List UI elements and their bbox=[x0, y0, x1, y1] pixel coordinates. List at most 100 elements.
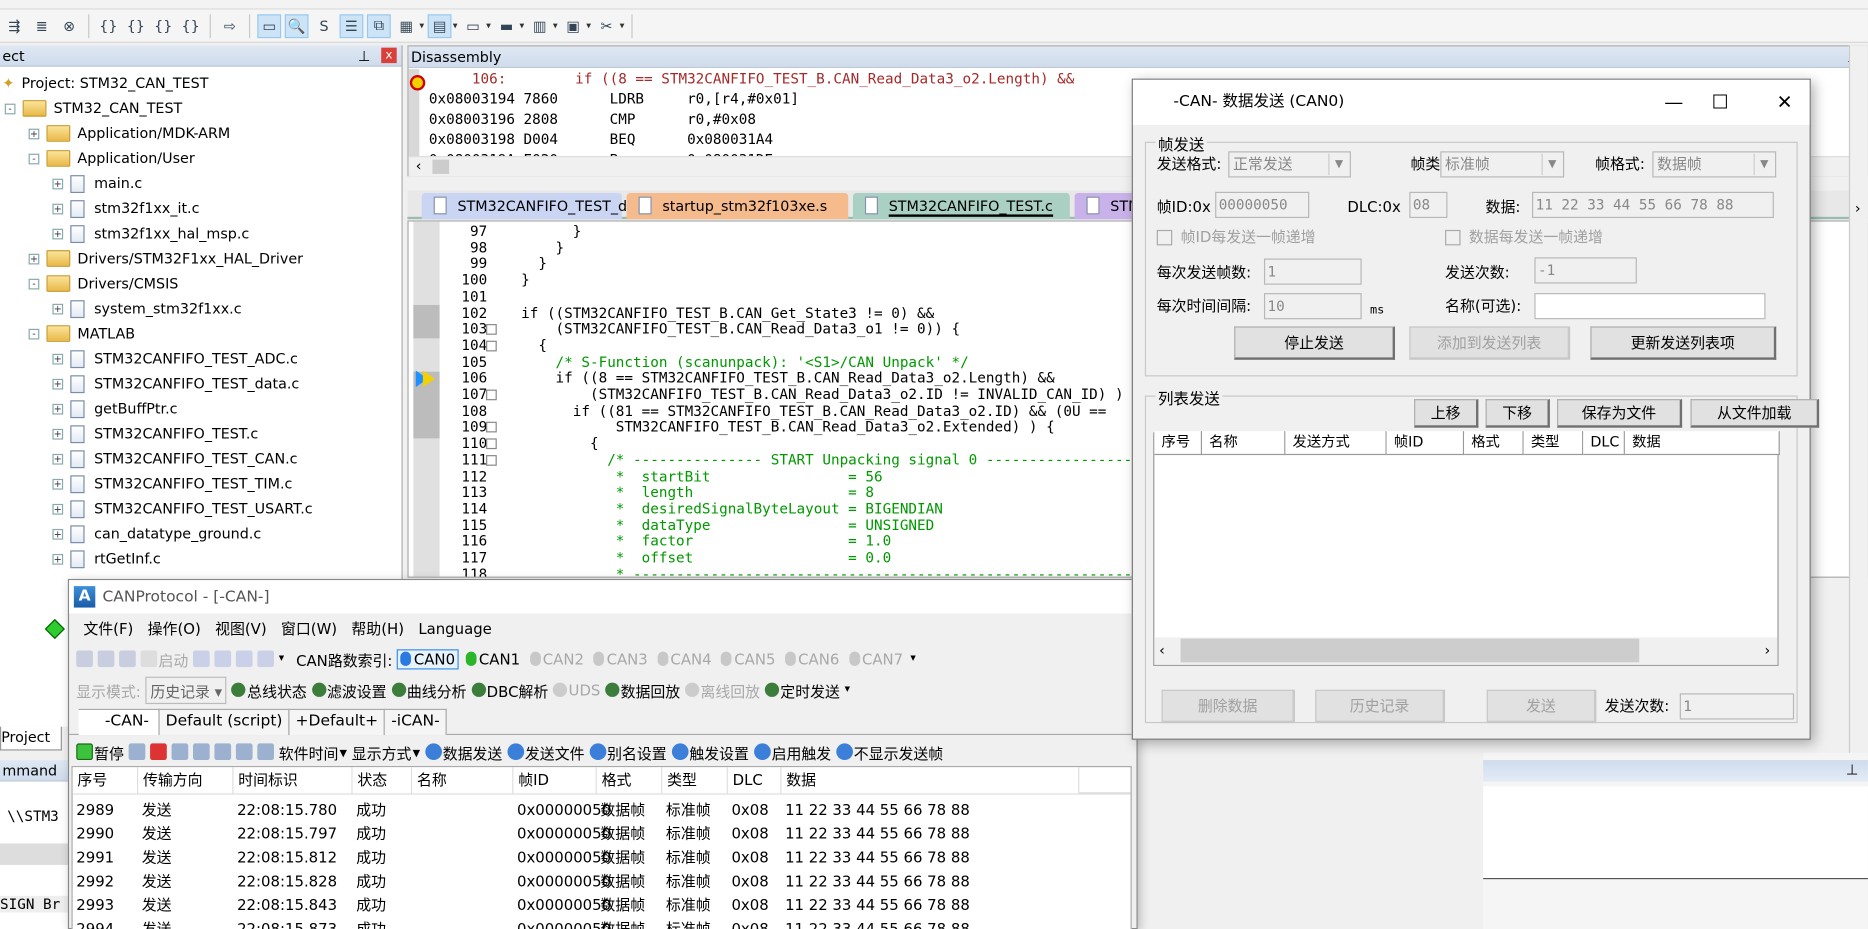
tool-dbc[interactable]: DBC解析 bbox=[471, 678, 548, 701]
name-field[interactable] bbox=[1534, 293, 1766, 320]
rebuild-icon[interactable]: ⇶ bbox=[2, 14, 26, 38]
tool-filter[interactable]: 滤波设置 bbox=[311, 678, 387, 701]
tab-1[interactable]: -CAN- bbox=[78, 708, 160, 736]
command-input-bar[interactable] bbox=[0, 843, 72, 865]
expand-icon[interactable]: + bbox=[52, 178, 64, 189]
step-over-icon[interactable]: {} bbox=[124, 14, 148, 38]
call-stack-icon[interactable]: ⧉ bbox=[366, 13, 391, 38]
expand-icon[interactable]: + bbox=[52, 503, 64, 515]
collapse-icon[interactable]: - bbox=[4, 103, 16, 114]
book-icon[interactable] bbox=[235, 650, 253, 668]
collapse-icon[interactable]: - bbox=[28, 328, 40, 339]
serial-window-icon[interactable]: ▭ bbox=[461, 14, 485, 38]
column-header[interactable]: 格式 bbox=[596, 767, 663, 794]
display-mode-select[interactable]: 历史记录 ▾ bbox=[145, 676, 227, 704]
canprotocol-titlebar[interactable]: A CANProtocol - [-CAN-] bbox=[69, 580, 1137, 614]
fold-toggle-icon[interactable] bbox=[486, 340, 497, 352]
dropdown-arrow-icon[interactable]: ▾ bbox=[519, 20, 524, 31]
tree-item[interactable]: + Drivers/STM32F1xx_HAL_Driver bbox=[28, 247, 303, 271]
editor-tab[interactable]: startup_stm32f103xe.s bbox=[626, 192, 849, 220]
list-send-count-field[interactable]: 1 bbox=[1679, 693, 1795, 720]
frames-per-send-field[interactable]: 1 bbox=[1263, 258, 1362, 285]
stop-build-icon[interactable]: ⊗ bbox=[57, 14, 81, 38]
column-header[interactable]: 名称 bbox=[412, 767, 514, 794]
expand-icon[interactable]: + bbox=[52, 428, 64, 439]
close-icon[interactable]: ✕ bbox=[1757, 80, 1812, 125]
table-row[interactable]: 2990 发送 22:08:15.797 成功 0x00000050 数据帧 标准帧 0x08… bbox=[73, 822, 1131, 846]
collapse-icon[interactable]: - bbox=[28, 278, 40, 289]
record-icon[interactable] bbox=[150, 743, 167, 761]
menu-item[interactable]: 窗口(W) bbox=[281, 616, 337, 642]
list-column-header[interactable]: 序号 bbox=[1154, 431, 1203, 456]
column-header[interactable]: 序号 bbox=[72, 767, 139, 794]
dlc-field[interactable]: 08 bbox=[1409, 191, 1448, 219]
list-column-header[interactable]: 类型 bbox=[1523, 431, 1584, 456]
device-icon[interactable] bbox=[193, 650, 210, 668]
plugin-icon[interactable] bbox=[214, 650, 232, 668]
channel-can2[interactable]: CAN2 bbox=[527, 650, 586, 668]
frame-type-select[interactable]: 标准帧 ▼ bbox=[1440, 151, 1565, 178]
disassembly-line[interactable]: 0x08003196 2808 CMP r0,#0x08 bbox=[429, 110, 756, 130]
command-window-icon[interactable]: ▭ bbox=[257, 13, 282, 38]
expand-icon[interactable]: + bbox=[52, 353, 64, 364]
tree-item[interactable]: - Drivers/CMSIS bbox=[28, 272, 178, 296]
expand-icon[interactable]: + bbox=[52, 203, 64, 214]
tree-item[interactable]: + rtGetInf.c bbox=[52, 547, 161, 571]
expand-icon[interactable]: + bbox=[52, 478, 64, 490]
tree-item[interactable]: + main.c bbox=[52, 172, 142, 196]
tool-alias[interactable]: 别名设置 bbox=[589, 740, 667, 763]
channel-can3[interactable]: CAN3 bbox=[591, 650, 650, 668]
table-row[interactable]: 2992 发送 22:08:15.828 成功 0x00000050 数据帧 标准帧 0x08… bbox=[73, 870, 1131, 894]
disassembly-line[interactable]: 106: if ((8 == STM32CANFIFO_TEST_B.CAN_R… bbox=[429, 69, 1075, 89]
menu-item[interactable]: 操作(O) bbox=[148, 616, 201, 642]
send-list-body[interactable] bbox=[1153, 432, 1779, 666]
save-icon[interactable] bbox=[97, 650, 115, 668]
fold-toggle-icon[interactable] bbox=[486, 422, 497, 433]
toolbox-icon[interactable]: ✂ bbox=[595, 14, 619, 38]
table-row[interactable]: 2991 发送 22:08:15.812 成功 0x00000050 数据帧 标准帧 0x08… bbox=[73, 846, 1131, 870]
editor-tab[interactable]: STM32CANFIFO_TEST.c bbox=[852, 192, 1070, 220]
send-button[interactable]: 发送 bbox=[1486, 689, 1597, 724]
toolbar-overflow-icon[interactable]: ▾ bbox=[845, 684, 850, 696]
dropdown-arrow-icon[interactable]: ▾ bbox=[419, 20, 424, 31]
memory-window-icon[interactable]: ▤ bbox=[427, 13, 452, 38]
send-count-field[interactable]: -1 bbox=[1534, 257, 1637, 284]
column-header[interactable]: 时间标识 bbox=[233, 767, 353, 794]
history-button[interactable]: 历史记录 bbox=[1315, 689, 1446, 724]
interval-field[interactable]: 10 bbox=[1263, 293, 1362, 320]
fold-toggle-icon[interactable] bbox=[486, 454, 497, 466]
save-log-icon[interactable] bbox=[214, 743, 232, 761]
tab-3[interactable]: +Default+ bbox=[288, 708, 386, 736]
tool-enable-trigger[interactable]: 启用触发 bbox=[753, 740, 831, 763]
tree-item[interactable]: + system_stm32f1xx.c bbox=[52, 297, 242, 321]
update-list-item-button[interactable]: 更新发送列表项 bbox=[1590, 326, 1777, 360]
tool-bus-status[interactable]: 总线状态 bbox=[231, 678, 307, 701]
tree-item[interactable]: + stm32f1xx_it.c bbox=[52, 197, 199, 221]
column-header[interactable]: 状态 bbox=[352, 767, 413, 794]
column-header[interactable]: 类型 bbox=[662, 767, 728, 794]
package-icon[interactable] bbox=[257, 743, 275, 761]
data-field[interactable]: 11 22 33 44 55 66 78 88 bbox=[1532, 191, 1774, 219]
collapse-icon[interactable]: - bbox=[28, 153, 40, 164]
software-time-dropdown[interactable]: 软件时间 ▾ bbox=[279, 740, 347, 763]
save-as-icon[interactable] bbox=[235, 743, 253, 761]
analysis-window-icon[interactable]: ▬ bbox=[494, 14, 518, 38]
tree-item[interactable]: + STM32CANFIFO_TEST_ADC.c bbox=[52, 347, 298, 371]
tool-timed-send[interactable]: 定时发送 bbox=[764, 678, 840, 701]
channel-can0[interactable]: CAN0 bbox=[397, 648, 459, 669]
disassembly-line[interactable]: 0x08003198 D004 BEQ 0x080031A4 bbox=[429, 130, 773, 150]
tree-item[interactable]: + getBuffPtr.c bbox=[52, 397, 178, 421]
chevron-right-icon[interactable]: › bbox=[1855, 200, 1861, 217]
run-to-cursor-icon[interactable]: {} bbox=[179, 14, 203, 38]
tree-item[interactable]: - STM32_CAN_TEST bbox=[4, 96, 183, 120]
expand-icon[interactable]: + bbox=[28, 128, 40, 139]
menu-item[interactable]: 文件(F) bbox=[83, 616, 133, 642]
list-column-header[interactable]: 格式 bbox=[1464, 431, 1524, 456]
data-increment-checkbox[interactable] bbox=[1445, 229, 1461, 246]
disassembly-window-icon[interactable]: 🔍 bbox=[284, 13, 309, 38]
watch-window-icon[interactable]: ▦ bbox=[394, 14, 418, 38]
channel-can4[interactable]: CAN4 bbox=[655, 650, 714, 668]
tree-item[interactable]: + stm32f1xx_hal_msp.c bbox=[52, 222, 249, 246]
disassembly-line[interactable]: 0x08003194 7860 LDRB r0,[r4,#0x01] bbox=[429, 89, 799, 109]
help-icon[interactable] bbox=[257, 650, 275, 668]
